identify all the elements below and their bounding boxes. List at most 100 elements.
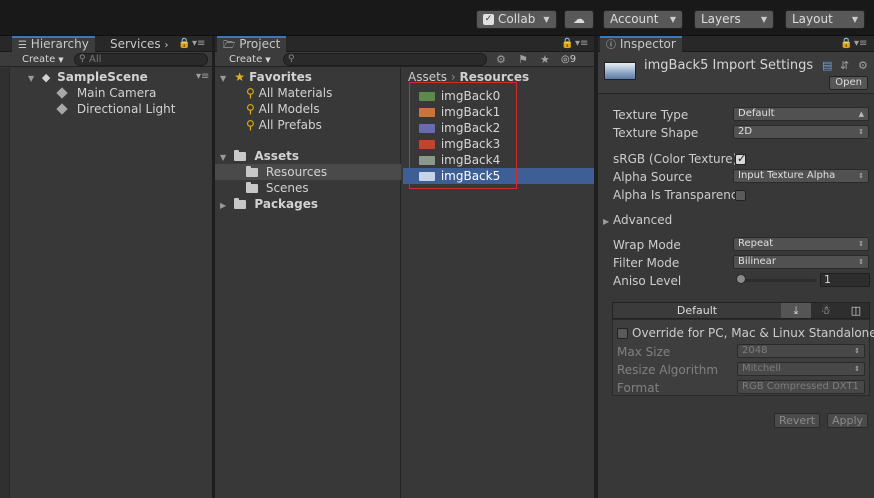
gear-icon[interactable]: ⚙ <box>858 58 868 74</box>
layout-dropdown[interactable]: Layout ▼ <box>785 10 865 29</box>
packages-row[interactable]: ▶ Packages <box>220 196 318 212</box>
filter-by-type-icon[interactable]: ⚙ <box>496 52 506 68</box>
assets-label: Assets <box>254 149 299 163</box>
asset-file-label: imgBack3 <box>440 137 501 151</box>
panel-menu-icon[interactable]: ▾≡ <box>575 36 588 52</box>
advanced-foldout[interactable]: ▶ Advanced <box>603 213 672 227</box>
favorites-item[interactable]: ⚲ All Models <box>246 101 320 117</box>
filter-mode-dropdown[interactable]: Bilinear ⇕ <box>733 255 869 269</box>
project-create-button[interactable]: Create ▼ <box>229 52 271 67</box>
asset-file-row[interactable]: imgBack0 <box>403 88 594 104</box>
scene-row[interactable]: ▼ ◆ SampleScene <box>28 69 148 85</box>
gameobject-icon <box>56 87 68 99</box>
texture-type-dropdown[interactable]: Default ▲ <box>733 107 869 121</box>
platform-tab-default[interactable]: Default <box>613 303 781 318</box>
aniso-level-field[interactable]: 1 <box>820 273 870 287</box>
texture-thumbnail-icon <box>419 140 435 149</box>
alpha-source-label: Alpha Source <box>613 170 693 184</box>
asset-file-row[interactable]: imgBack2 <box>403 120 594 136</box>
format-dropdown[interactable]: RGB Compressed DXT1 <box>737 380 865 394</box>
format-value: RGB Compressed DXT1 <box>742 381 859 392</box>
project-file-list: Assets › Resources imgBack0 imgBack1 img… <box>403 68 594 498</box>
panel-menu-icon[interactable]: ▾≡ <box>192 36 205 52</box>
inspector-tabbar: ⓘ Inspector 🔒 ▾≡ <box>598 36 874 52</box>
hierarchy-search-input[interactable]: ⚲ All <box>74 53 208 66</box>
hierarchy-subbar: Create ▼ ⚲ All <box>0 52 212 67</box>
expand-triangle-icon: ▼ <box>28 74 35 83</box>
search-icon: ⚲ <box>246 118 255 132</box>
cloud-button[interactable]: ☁ <box>564 10 594 29</box>
tab-hierarchy-label: Hierarchy <box>30 37 89 51</box>
preset-icon[interactable]: ⇵ <box>840 58 849 74</box>
chevron-down-icon: ▼ <box>265 56 271 64</box>
filter-mode-label: Filter Mode <box>613 256 680 270</box>
panel-menu-icon[interactable]: ▾≡ <box>854 36 867 52</box>
account-dropdown[interactable]: Account ▼ <box>603 10 683 29</box>
max-size-dropdown[interactable]: 2048 ⇕ <box>737 344 865 358</box>
folder-icon <box>246 182 258 193</box>
scene-menu-icon[interactable]: ▾≡ <box>196 69 209 85</box>
alpha-source-dropdown[interactable]: Input Texture Alpha ⇕ <box>733 169 869 183</box>
favorites-item-label: All Materials <box>258 86 333 100</box>
folder-row-resources[interactable]: Resources <box>215 164 401 180</box>
alpha-source-value: Input Texture Alpha <box>738 170 836 181</box>
srgb-checkbox[interactable] <box>735 152 746 165</box>
favorites-row[interactable]: ▼ ★ Favorites <box>220 69 312 85</box>
breadcrumb-current[interactable]: Resources <box>460 70 530 84</box>
aniso-slider-thumb[interactable] <box>736 274 746 284</box>
collab-button[interactable]: ✓ Collab ▼ <box>476 10 557 29</box>
layers-dropdown[interactable]: Layers ▼ <box>694 10 774 29</box>
asset-file-row-selected[interactable]: imgBack5 <box>403 168 594 184</box>
alpha-transparency-checkbox[interactable] <box>735 190 746 201</box>
tab-project[interactable]: 🗁 Project <box>217 36 287 52</box>
asset-file-row[interactable]: imgBack1 <box>403 104 594 120</box>
asset-file-label: imgBack5 <box>440 169 501 183</box>
breadcrumb-root[interactable]: Assets <box>408 70 447 84</box>
chevron-down-icon: ▼ <box>851 15 858 24</box>
tab-inspector[interactable]: ⓘ Inspector <box>600 36 682 52</box>
inspector-header: imgBack5 Import Settings ▤ ⇵ ⚙ Open <box>598 52 874 94</box>
android-icon[interactable]: ☃ <box>811 303 841 318</box>
hierarchy-create-button[interactable]: Create ▼ <box>22 52 64 67</box>
resize-algorithm-dropdown[interactable]: Mitchell ⇕ <box>737 362 865 376</box>
project-search-input[interactable]: ⚲ <box>283 53 487 66</box>
wrap-mode-dropdown[interactable]: Repeat ⇕ <box>733 237 869 251</box>
apply-button[interactable]: Apply <box>827 413 869 428</box>
favorite-star-icon[interactable]: ★ <box>540 52 550 68</box>
hierarchy-item[interactable]: Main Camera <box>56 85 156 101</box>
texture-thumbnail-icon <box>419 172 435 181</box>
asset-file-row[interactable]: imgBack3 <box>403 136 594 152</box>
revert-button[interactable]: Revert <box>774 413 821 428</box>
filter-by-label-icon[interactable]: ⚑ <box>518 52 528 68</box>
dropdown-arrows-icon: ⇕ <box>858 240 864 248</box>
tab-services[interactable]: Services › <box>104 36 174 52</box>
asset-file-row[interactable]: imgBack4 <box>403 152 594 168</box>
open-button[interactable]: Open <box>829 76 868 90</box>
html5-icon[interactable]: ◫ <box>841 303 871 318</box>
inspector-title: imgBack5 Import Settings <box>644 58 814 73</box>
aniso-slider-track[interactable] <box>738 279 816 282</box>
tab-hierarchy[interactable]: ☰ Hierarchy <box>12 36 95 52</box>
chevron-down-icon: ▼ <box>58 56 64 64</box>
folder-icon <box>246 166 258 177</box>
lock-icon[interactable]: 🔒 <box>178 36 190 52</box>
assets-row[interactable]: ▼ Assets <box>220 148 299 164</box>
texture-shape-dropdown[interactable]: 2D ⇕ <box>733 125 869 139</box>
aniso-level-label: Aniso Level <box>613 274 682 288</box>
download-icon[interactable]: ⤓ <box>781 303 811 318</box>
hidden-packages-toggle[interactable]: ◎9 <box>561 52 576 68</box>
hierarchy-item[interactable]: Directional Light <box>56 101 176 117</box>
help-book-icon[interactable]: ▤ <box>822 58 832 74</box>
resize-algorithm-label: Resize Algorithm <box>617 363 719 377</box>
folder-row-scenes[interactable]: Scenes <box>246 180 309 196</box>
favorites-item[interactable]: ⚲ All Prefabs <box>246 117 322 133</box>
hierarchy-list-icon: ☰ <box>18 40 27 51</box>
lock-icon[interactable]: 🔒 <box>840 36 852 52</box>
favorites-item[interactable]: ⚲ All Materials <box>246 85 332 101</box>
breadcrumb: Assets › Resources <box>408 70 529 84</box>
hierarchy-tabbar: ☰ Hierarchy Services › 🔒 ▾≡ <box>0 36 212 52</box>
max-size-label: Max Size <box>617 345 671 359</box>
override-checkbox[interactable] <box>617 328 628 339</box>
collapse-triangle-icon: ▶ <box>603 217 610 226</box>
lock-icon[interactable]: 🔒 <box>561 36 573 52</box>
